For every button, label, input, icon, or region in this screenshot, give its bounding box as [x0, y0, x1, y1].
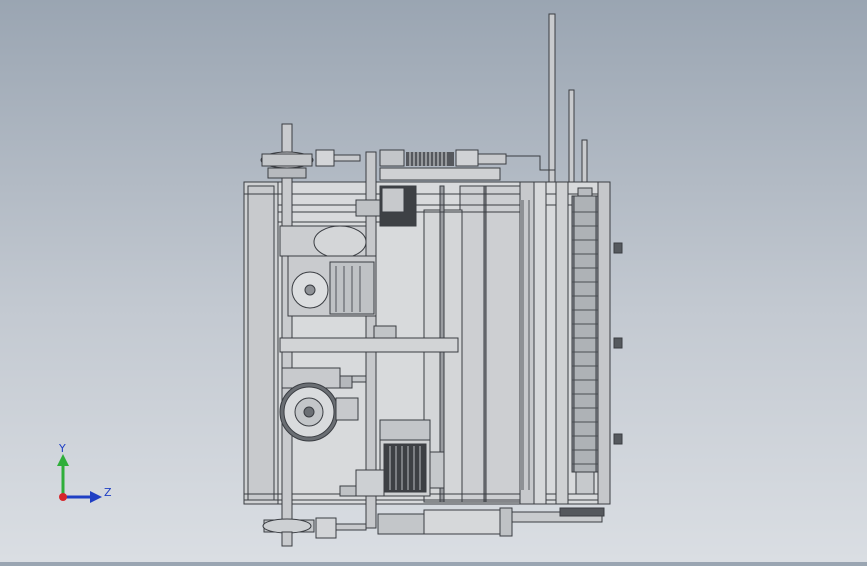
bottom-mechanism — [262, 507, 605, 547]
side-knobs — [613, 242, 623, 445]
origin-point — [59, 493, 67, 501]
cad-viewport[interactable] — [0, 0, 867, 562]
roller-assembly — [571, 187, 599, 495]
machine-assembly-view[interactable] — [0, 0, 867, 562]
upper-drive — [279, 225, 377, 317]
z-axis-label: Z — [104, 486, 112, 499]
coordinate-triad — [57, 454, 102, 503]
y-axis-label: Y — [59, 442, 66, 455]
